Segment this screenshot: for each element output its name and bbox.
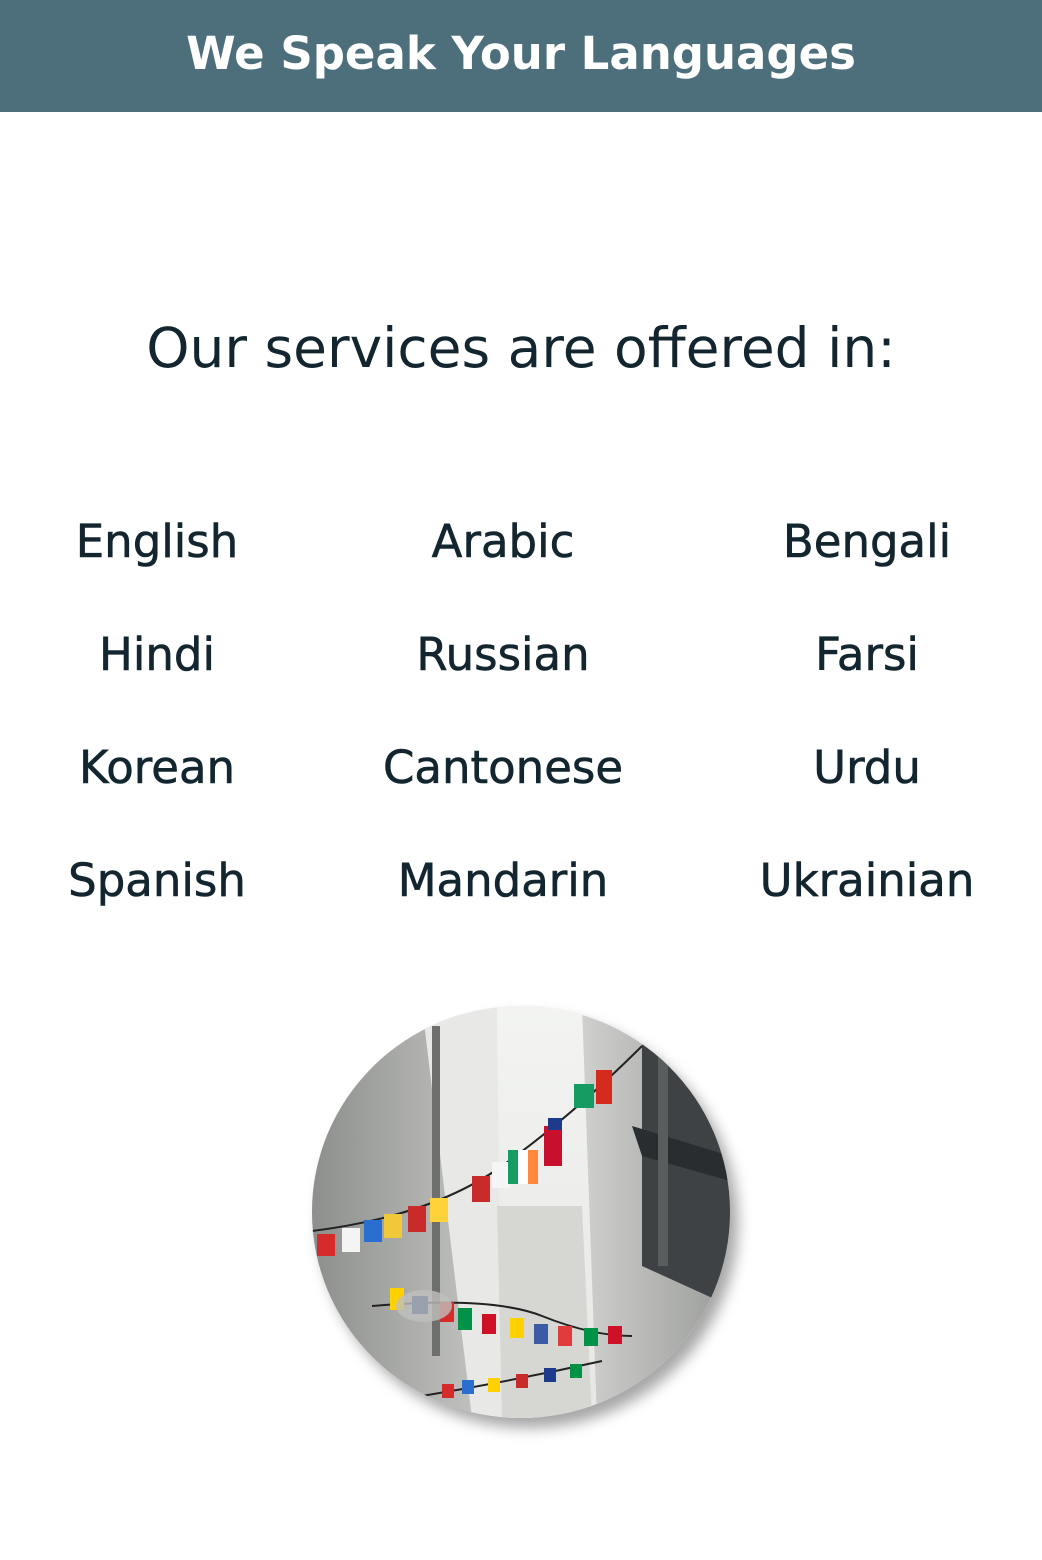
flags-photo	[312, 1006, 730, 1418]
language-item: Russian	[416, 628, 590, 682]
language-item: Spanish	[68, 854, 246, 908]
language-row: English Arabic Bengali	[0, 500, 1042, 613]
page-header: We Speak Your Languages	[0, 0, 1042, 112]
language-item: Farsi	[815, 628, 919, 682]
language-item: Korean	[78, 741, 236, 795]
language-row: Hindi Russian Farsi	[0, 613, 1042, 726]
language-item: Hindi	[99, 628, 216, 682]
language-item: Ukrainian	[759, 854, 975, 908]
page-title: We Speak Your Languages	[186, 26, 856, 80]
language-item: Urdu	[813, 741, 921, 795]
language-item: Arabic	[431, 515, 575, 569]
language-row: Spanish Mandarin Ukrainian	[0, 839, 1042, 952]
language-item: Cantonese	[382, 741, 624, 795]
language-row: Korean Cantonese Urdu	[0, 726, 1042, 839]
language-item: English	[75, 515, 239, 569]
language-grid: English Arabic Bengali Hindi Russian Far…	[0, 500, 1042, 952]
section-subtitle: Our services are offered in:	[146, 316, 896, 380]
language-item: Mandarin	[397, 854, 609, 908]
flags-alley-image	[312, 1006, 730, 1418]
language-item: Bengali	[782, 515, 952, 569]
